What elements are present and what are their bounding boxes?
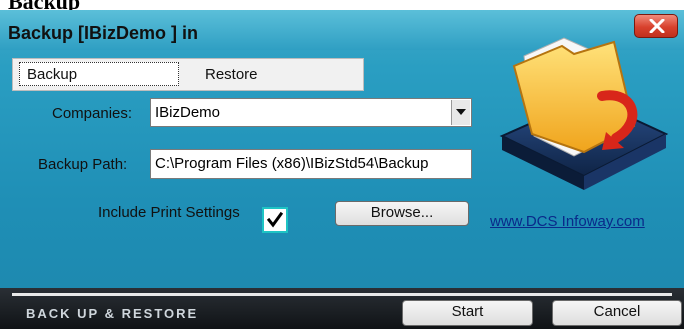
tab-backup[interactable]: Backup [17, 59, 187, 90]
window-title: Backup [IBizDemo ] in [8, 23, 199, 43]
start-button[interactable]: Start [402, 300, 533, 326]
tab-strip: Backup Restore [12, 58, 364, 91]
checkmark-icon [266, 211, 284, 228]
include-print-checkbox[interactable] [262, 207, 288, 233]
backup-path-input[interactable]: C:\Program Files (x86)\IBizStd54\Backup [150, 149, 472, 179]
browse-button-label: Browse... [370, 204, 434, 221]
dropdown-arrow-icon [456, 109, 466, 115]
footer-bar: Back Up & Restore Start Cancel [0, 288, 684, 329]
backup-path-value: C:\Program Files (x86)\IBizStd54\Backup [155, 155, 429, 172]
companies-label: Companies: [52, 105, 133, 122]
start-button-label: Start [451, 303, 484, 320]
backup-path-label: Backup Path: [38, 156, 128, 173]
tab-restore-label: Restore [205, 66, 258, 83]
footer-caption: Back Up & Restore [26, 306, 199, 321]
tab-restore[interactable]: Restore [191, 59, 361, 90]
footer-divider [12, 293, 672, 296]
cancel-button[interactable]: Cancel [552, 300, 682, 326]
website-link[interactable]: www.DCS Infoway.com [490, 213, 645, 230]
companies-value: IBizDemo [155, 104, 221, 121]
browse-button[interactable]: Browse... [335, 201, 469, 226]
include-print-label: Include Print Settings [98, 204, 240, 221]
backup-window: Backup [IBizDemo ] in Backup Restore Com… [0, 10, 684, 329]
folder-backup-icon [499, 37, 669, 190]
cancel-button-label: Cancel [593, 303, 641, 320]
companies-select[interactable]: IBizDemo [150, 98, 472, 127]
companies-dropdown-button[interactable] [451, 100, 470, 125]
tab-backup-label: Backup [27, 66, 78, 83]
